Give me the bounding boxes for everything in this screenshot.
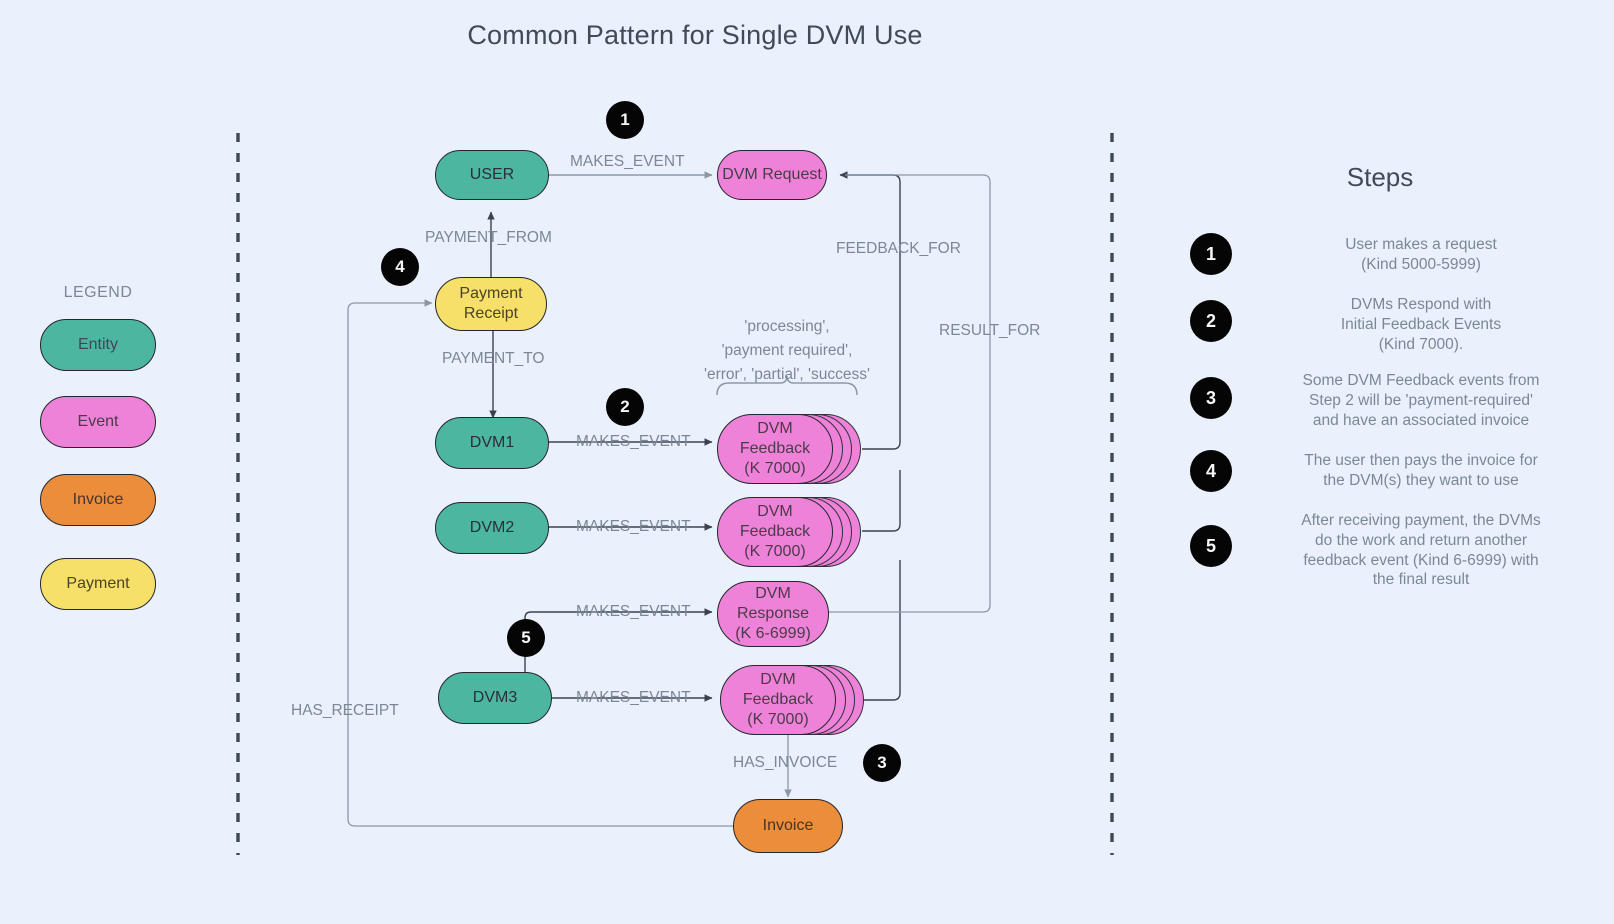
step-text-1: User makes a request (Kind 5000-5999) — [1345, 236, 1497, 273]
node-payment-receipt-label: Payment Receipt — [459, 285, 523, 322]
inline-badge-4: 4 — [381, 248, 419, 286]
edge-label-payment-to: PAYMENT_TO — [442, 350, 545, 367]
inline-badge-2-number: 2 — [620, 397, 630, 416]
step-text-3: Some DVM Feedback events from Step 2 wil… — [1302, 372, 1540, 429]
inline-badge-1-number: 1 — [620, 110, 630, 129]
node-dvm-response-label: DVM Response (K 6-6999) — [735, 585, 811, 642]
edge-label-makes-event-5: MAKES_EVENT — [576, 689, 691, 706]
step-badge-2-number: 2 — [1205, 310, 1216, 331]
edge-label-has-invoice: HAS_INVOICE — [733, 754, 838, 771]
step-text-2: DVMs Respond with Initial Feedback Event… — [1340, 296, 1502, 353]
legend-heading: LEGEND — [63, 284, 133, 301]
node-dvm2-label: DVM2 — [469, 519, 515, 536]
node-user[interactable]: USER — [435, 150, 549, 200]
node-dvm1[interactable]: DVM1 — [435, 417, 549, 469]
legend-item-payment: Payment — [40, 558, 156, 610]
steps-heading: Steps — [1346, 162, 1414, 192]
step-badge-4: 4 — [1190, 450, 1232, 492]
step-text-5: After receiving payment, the DVMs do the… — [1301, 512, 1541, 589]
inline-badge-5-number: 5 — [521, 628, 531, 647]
inline-badge-1: 1 — [606, 101, 644, 139]
node-feedback3-stack: DVM Feedback (K 7000) — [720, 665, 864, 735]
legend-item-event-label: Event — [77, 413, 119, 430]
inline-badge-3: 3 — [863, 744, 901, 782]
legend-item-invoice-label: Invoice — [72, 491, 124, 508]
node-dvm-response[interactable]: DVM Response (K 6-6999) — [717, 581, 829, 647]
feedback-status-annotation: 'processing', 'payment required', 'error… — [704, 318, 870, 384]
node-feedback2-stack: DVM Feedback (K 7000) — [717, 497, 861, 567]
step-badge-2: 2 — [1190, 300, 1232, 342]
step-badge-1-number: 1 — [1205, 243, 1216, 264]
step-text-4: The user then pays the invoice for the D… — [1304, 452, 1538, 489]
edge-label-makes-event-2: MAKES_EVENT — [576, 433, 691, 450]
inline-badge-5: 5 — [507, 619, 545, 657]
node-payment-receipt[interactable]: Payment Receipt — [435, 277, 547, 331]
node-dvm1-label: DVM1 — [469, 434, 515, 451]
node-dvm-request-label: DVM Request — [722, 166, 822, 183]
legend-item-entity-label: Entity — [77, 336, 118, 353]
node-feedback3[interactable]: DVM Feedback (K 7000) — [720, 665, 836, 735]
inline-badge-2: 2 — [606, 388, 644, 426]
step-badge-5-number: 5 — [1205, 535, 1216, 556]
node-feedback2-label: DVM Feedback (K 7000) — [739, 503, 811, 560]
edge-label-has-receipt: HAS_RECEIPT — [291, 702, 399, 719]
node-dvm3[interactable]: DVM3 — [438, 672, 552, 724]
inline-badge-3-number: 3 — [877, 753, 887, 772]
edge-label-payment-from: PAYMENT_FROM — [425, 229, 552, 246]
legend-item-entity: Entity — [40, 319, 156, 371]
edge-label-makes-event-3: MAKES_EVENT — [576, 518, 691, 535]
inline-badge-4-number: 4 — [395, 257, 405, 276]
step-badge-1: 1 — [1190, 233, 1232, 275]
diagram-canvas: Common Pattern for Single DVM Use USER D… — [0, 0, 1614, 924]
node-dvm3-label: DVM3 — [472, 689, 518, 706]
node-invoice[interactable]: Invoice — [733, 799, 843, 853]
node-feedback1[interactable]: DVM Feedback (K 7000) — [717, 414, 833, 484]
legend-item-payment-label: Payment — [66, 575, 130, 592]
legend-item-invoice: Invoice — [40, 474, 156, 526]
edge-label-feedback-for: FEEDBACK_FOR — [836, 240, 961, 257]
node-invoice-label: Invoice — [762, 817, 814, 834]
legend-item-event: Event — [40, 396, 156, 448]
node-user-label: USER — [469, 166, 515, 183]
edge-label-result-for: RESULT_FOR — [939, 322, 1041, 339]
edge-label-makes-event-1: MAKES_EVENT — [570, 153, 685, 170]
node-dvm2[interactable]: DVM2 — [435, 502, 549, 554]
step-badge-5: 5 — [1190, 525, 1232, 567]
step-badge-4-number: 4 — [1205, 460, 1216, 481]
step-badge-3-number: 3 — [1205, 387, 1216, 408]
page-title: Common Pattern for Single DVM Use — [467, 20, 923, 50]
edge-label-makes-event-4: MAKES_EVENT — [576, 603, 691, 620]
node-feedback1-stack: DVM Feedback (K 7000) — [717, 414, 861, 484]
node-feedback2[interactable]: DVM Feedback (K 7000) — [717, 497, 833, 567]
step-badge-3: 3 — [1190, 377, 1232, 419]
node-feedback3-label: DVM Feedback (K 7000) — [742, 671, 814, 728]
node-feedback1-label: DVM Feedback (K 7000) — [739, 420, 811, 477]
node-dvm-request[interactable]: DVM Request — [717, 150, 827, 200]
